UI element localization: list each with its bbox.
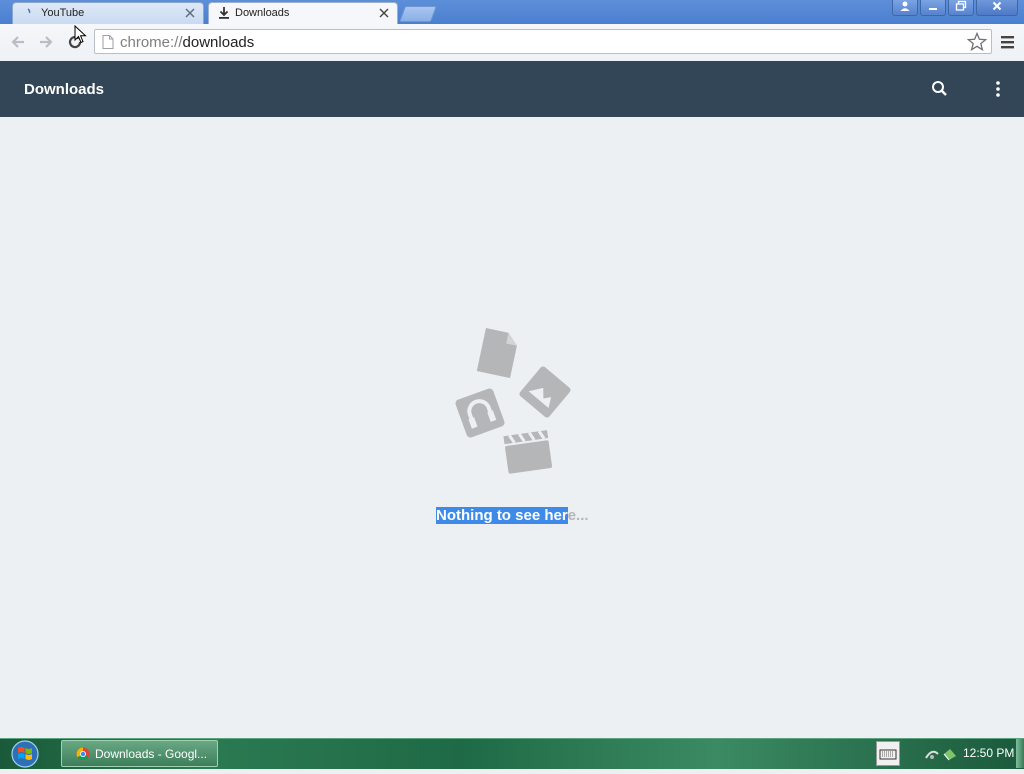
unselected-text: e... — [567, 507, 589, 524]
image-icon — [519, 366, 571, 418]
page-title: Downloads — [24, 81, 105, 98]
system-tray — [924, 746, 958, 762]
new-tab-button[interactable] — [399, 6, 437, 22]
tab-title: YouTube — [41, 7, 85, 19]
search-icon[interactable] — [930, 79, 950, 99]
close-icon[interactable] — [377, 6, 391, 20]
selected-text: Nothing to see her — [436, 507, 568, 524]
mouse-cursor-icon — [74, 24, 88, 45]
forward-arrow-icon[interactable] — [36, 32, 56, 52]
menu-icon[interactable] — [999, 32, 1017, 52]
document-icon — [476, 327, 517, 379]
window-caption-buttons — [892, 0, 1018, 18]
profile-button[interactable] — [892, 0, 918, 16]
close-icon — [991, 0, 1003, 17]
keyboard-icon[interactable] — [876, 741, 900, 766]
profile-icon — [899, 0, 911, 17]
download-icon — [217, 6, 231, 20]
network-icon[interactable] — [925, 750, 939, 759]
close-icon[interactable] — [183, 6, 197, 20]
taskbar-window-label: Downloads - Googl... — [95, 747, 208, 761]
restore-icon — [955, 0, 967, 17]
empty-state-illustration — [450, 325, 576, 477]
audio-icon — [455, 388, 505, 438]
tab-title: Downloads — [235, 7, 290, 19]
address-bar[interactable]: chrome://downloads — [94, 29, 992, 54]
restore-button[interactable] — [948, 0, 974, 16]
volume-icon[interactable] — [943, 749, 956, 761]
minimize-icon — [927, 0, 939, 17]
video-icon — [503, 430, 553, 474]
back-arrow-icon[interactable] — [8, 32, 28, 52]
downloads-header: Downloads — [0, 61, 1024, 117]
taskbar-window-button[interactable]: Downloads - Googl... — [61, 740, 218, 767]
windows-start-icon[interactable] — [6, 739, 46, 769]
url-scheme: chrome:// — [120, 34, 183, 51]
star-icon[interactable] — [966, 31, 988, 52]
page-icon — [102, 35, 114, 49]
tab-youtube[interactable]: YouTube — [12, 2, 204, 24]
tab-downloads[interactable]: Downloads — [208, 2, 398, 24]
taskbar-clock[interactable]: 12:50 PM — [963, 746, 1014, 760]
url-path: downloads — [182, 34, 255, 51]
window-close-button[interactable] — [976, 0, 1018, 16]
window-titlebar: YouTube Downloads — [0, 0, 1024, 24]
minimize-button[interactable] — [920, 0, 946, 16]
more-vert-icon[interactable] — [989, 79, 1007, 99]
chrome-icon — [76, 747, 90, 761]
show-desktop-button[interactable] — [1016, 739, 1024, 768]
url-text[interactable]: chrome://downloads — [120, 34, 254, 51]
empty-state-message: Nothing to see here... — [436, 507, 589, 524]
browser-toolbar: chrome://downloads — [0, 24, 1024, 62]
youtube-loading-icon — [21, 6, 35, 20]
